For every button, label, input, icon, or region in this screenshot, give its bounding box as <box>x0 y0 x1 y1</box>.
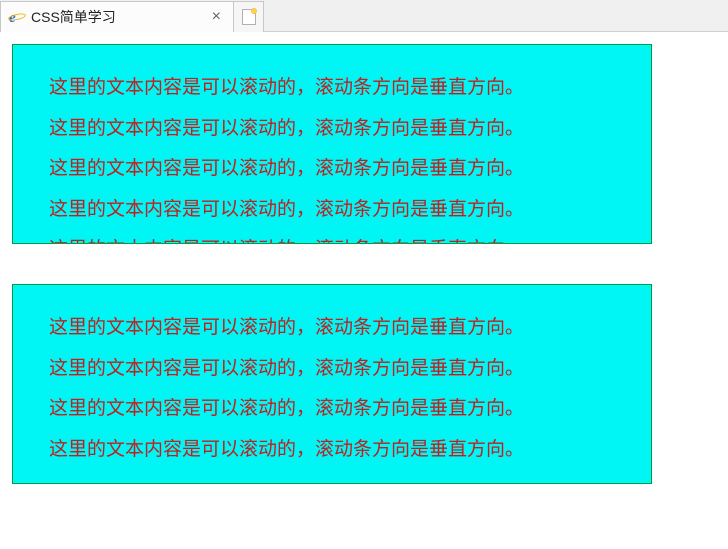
scroll-text-line: 这里的文本内容是可以滚动的，滚动条方向是垂直方向。 <box>49 437 615 464</box>
scroll-text-line: 这里的文本内容是可以滚动的，滚动条方向是垂直方向。 <box>49 197 615 224</box>
browser-tab-bar: e CSS简单学习 × <box>0 0 728 32</box>
scroll-box-2: 这里的文本内容是可以滚动的，滚动条方向是垂直方向。 这里的文本内容是可以滚动的，… <box>12 284 652 484</box>
scroll-text-line: 这里的文本内容是可以滚动的，滚动条方向是垂直方向。 <box>49 356 615 383</box>
new-tab-icon <box>242 9 256 25</box>
scroll-text-line: 这里的文本内容是可以滚动的，滚动条方向是垂直方向。 <box>49 237 615 244</box>
tab-title: CSS简单学习 <box>31 7 208 27</box>
scroll-box-1[interactable]: 这里的文本内容是可以滚动的，滚动条方向是垂直方向。 这里的文本内容是可以滚动的，… <box>12 44 652 244</box>
new-tab-button[interactable] <box>234 1 264 32</box>
browser-tab[interactable]: e CSS简单学习 × <box>0 1 234 32</box>
scroll-text-line: 这里的文本内容是可以滚动的，滚动条方向是垂直方向。 <box>49 396 615 423</box>
scroll-text-line: 这里的文本内容是可以滚动的，滚动条方向是垂直方向。 <box>49 75 615 102</box>
tab-close-button[interactable]: × <box>208 8 225 26</box>
page-content: 这里的文本内容是可以滚动的，滚动条方向是垂直方向。 这里的文本内容是可以滚动的，… <box>0 32 728 496</box>
ie-favicon: e <box>9 9 25 25</box>
scroll-text-line: 这里的文本内容是可以滚动的，滚动条方向是垂直方向。 <box>49 156 615 183</box>
scroll-text-line: 这里的文本内容是可以滚动的，滚动条方向是垂直方向。 <box>49 315 615 342</box>
scroll-text-line: 这里的文本内容是可以滚动的，滚动条方向是垂直方向。 <box>49 116 615 143</box>
